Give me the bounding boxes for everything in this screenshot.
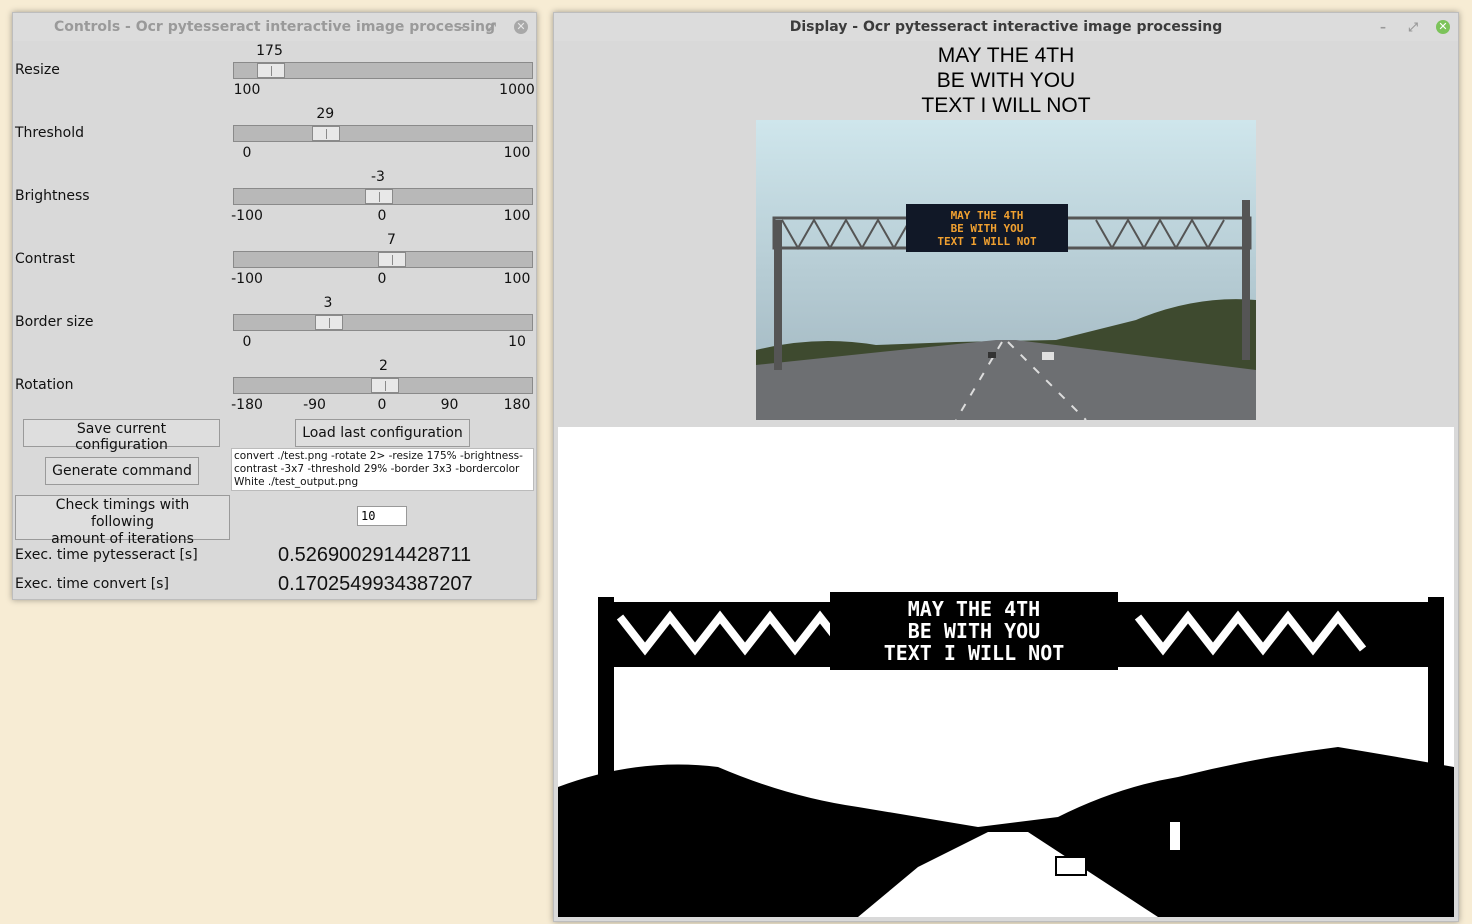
slider-label: Contrast bbox=[15, 251, 75, 267]
exec-convert-value: 0.1702549934387207 bbox=[278, 573, 473, 595]
slider-thumb[interactable] bbox=[364, 189, 393, 204]
sign-line-3: TEXT I WILL NOT bbox=[937, 235, 1037, 248]
slider-thumb[interactable] bbox=[315, 315, 343, 330]
slider-value: 3 bbox=[323, 295, 333, 311]
maximize-icon[interactable]: ⤢ bbox=[1406, 20, 1420, 34]
slider-tick-label: 0 bbox=[377, 208, 387, 224]
slider-tick-label: 0 bbox=[377, 271, 387, 287]
slider-tick-label: -180 bbox=[231, 397, 263, 413]
command-textbox[interactable]: convert ./test.png -rotate 2> -resize 17… bbox=[231, 448, 534, 491]
slider-thumb[interactable] bbox=[370, 378, 399, 393]
slider-tick-label: 0 bbox=[377, 397, 387, 413]
sign-line-2: BE WITH YOU bbox=[951, 222, 1024, 235]
slider-thumb[interactable] bbox=[256, 63, 285, 78]
slider-value: 2 bbox=[379, 358, 388, 374]
save-config-button[interactable]: Save current configuration bbox=[23, 419, 220, 453]
slider-label: Resize bbox=[15, 62, 60, 78]
slider-track[interactable] bbox=[233, 125, 533, 142]
slider-tick-label: -90 bbox=[303, 397, 326, 413]
slider-tick-label: 0 bbox=[242, 334, 252, 350]
sign-line-1: MAY THE 4TH bbox=[951, 209, 1024, 222]
slider-value: 175 bbox=[256, 43, 283, 59]
slider-track[interactable] bbox=[233, 62, 533, 79]
exec-pytesseract-label: Exec. time pytesseract [s] bbox=[15, 547, 198, 563]
slider-track[interactable] bbox=[233, 314, 533, 331]
display-titlebar[interactable]: Display - Ocr pytesseract interactive im… bbox=[554, 13, 1458, 41]
slider-value: -3 bbox=[370, 169, 385, 185]
slider-tick-label: 90 bbox=[440, 397, 459, 413]
original-image: MAY THE 4TH BE WITH YOU TEXT I WILL NOT bbox=[756, 120, 1256, 420]
slider-tick-label: 0 bbox=[242, 145, 252, 161]
processed-sign-line-3: TEXT I WILL NOT bbox=[884, 641, 1065, 665]
exec-pytesseract-value: 0.5269002914428711 bbox=[278, 544, 472, 566]
check-timings-line2: amount of iterations bbox=[51, 531, 194, 547]
controls-window: Controls - Ocr pytesseract interactive i… bbox=[12, 12, 537, 600]
slider-label: Brightness bbox=[15, 188, 90, 204]
ocr-line-3: TEXT I WILL NOT bbox=[921, 94, 1091, 117]
generate-command-button[interactable]: Generate command bbox=[45, 457, 199, 485]
slider-value: 7 bbox=[386, 232, 396, 248]
processed-image: MAY THE 4TH BE WITH YOU TEXT I WILL NOT bbox=[558, 427, 1454, 917]
slider-thumb[interactable] bbox=[378, 252, 407, 267]
processed-sign-line-1: MAY THE 4TH bbox=[908, 597, 1040, 621]
slider-label: Rotation bbox=[15, 377, 74, 393]
slider-tick-label: 180 bbox=[503, 397, 531, 413]
slider-tick-label: -100 bbox=[231, 208, 263, 224]
slider-value: 29 bbox=[316, 106, 335, 122]
display-window: Display - Ocr pytesseract interactive im… bbox=[553, 12, 1459, 922]
ocr-line-2: BE WITH YOU bbox=[936, 69, 1076, 92]
slider-label: Border size bbox=[15, 314, 94, 330]
slider-tick-label: 100 bbox=[503, 145, 531, 161]
slider-tick-label: 100 bbox=[503, 271, 531, 287]
slider-track[interactable] bbox=[233, 188, 533, 205]
minimize-icon[interactable]: – bbox=[1376, 20, 1390, 34]
exec-convert-label: Exec. time convert [s] bbox=[15, 576, 169, 592]
slider-track[interactable] bbox=[233, 251, 533, 268]
check-timings-button[interactable]: Check timings with following amount of i… bbox=[15, 495, 230, 547]
slider-track[interactable] bbox=[233, 377, 533, 394]
slider-tick-label: 100 bbox=[233, 82, 261, 98]
slider-tick-label: -100 bbox=[231, 271, 263, 287]
slider-thumb[interactable] bbox=[312, 126, 341, 141]
check-timings-line1: Check timings with following bbox=[55, 497, 190, 530]
iterations-input[interactable] bbox=[357, 506, 407, 526]
slider-tick-label: 100 bbox=[503, 208, 531, 224]
ocr-line-1: MAY THE 4TH bbox=[937, 44, 1075, 67]
load-config-button[interactable]: Load last configuration bbox=[295, 419, 470, 447]
slider-label: Threshold bbox=[15, 125, 84, 141]
close-icon[interactable]: ✕ bbox=[1436, 20, 1450, 34]
slider-tick-label: 10 bbox=[508, 334, 526, 350]
display-title: Display - Ocr pytesseract interactive im… bbox=[789, 19, 1223, 35]
processed-sign-line-2: BE WITH YOU bbox=[908, 619, 1040, 643]
slider-tick-label: 1000 bbox=[499, 82, 535, 98]
